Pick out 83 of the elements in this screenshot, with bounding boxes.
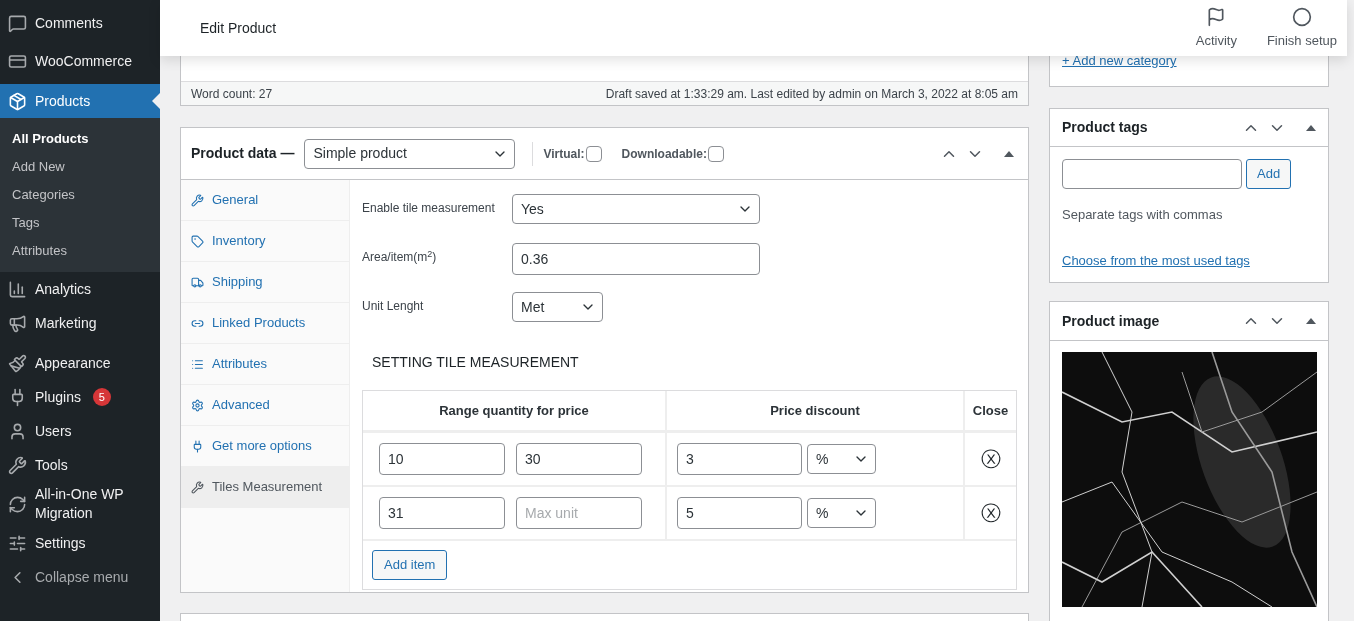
- panel-title: Product image: [1062, 311, 1160, 331]
- products-icon: [8, 91, 27, 111]
- product-data-tab[interactable]: Tiles Measurement: [181, 467, 349, 508]
- submenu-item[interactable]: Tags: [0, 209, 160, 237]
- header-action[interactable]: Finish setup: [1266, 7, 1337, 51]
- analytics-icon: [8, 279, 27, 299]
- dropdown-select[interactable]: Simple product: [304, 138, 516, 169]
- text-field[interactable]: 30: [516, 443, 642, 475]
- sidebar-item[interactable]: Appearance: [0, 346, 160, 380]
- collapse-toggle-icon[interactable]: [1306, 318, 1316, 324]
- wrench-icon: [191, 193, 204, 207]
- header-action[interactable]: Activity: [1195, 7, 1237, 51]
- dropdown-select[interactable]: Yes: [512, 194, 760, 224]
- product-data-tab[interactable]: Inventory: [181, 221, 349, 262]
- field-label: Area/item(m$^{2}$): [362, 247, 438, 266]
- submenu-item[interactable]: All Products: [0, 125, 160, 153]
- checkbox-label: Downloadable:: [621, 145, 707, 163]
- sidebar-item[interactable]: Products: [0, 84, 160, 118]
- tag-icon: [191, 234, 204, 248]
- checkbox-label: Virtual:: [543, 145, 585, 163]
- submenu-item[interactable]: Categories: [0, 181, 160, 209]
- product-data-tab[interactable]: Advanced: [181, 385, 349, 426]
- checkbox[interactable]: [585, 145, 602, 162]
- sidebar-item[interactable]: Settings: [0, 526, 160, 560]
- product-data-tab[interactable]: Attributes: [181, 344, 349, 385]
- sidebar-item[interactable]: All-in-One WP Migration: [0, 482, 160, 526]
- column-header: Range quantity for price: [438, 401, 590, 420]
- sidebar-item[interactable]: Marketing: [0, 306, 160, 340]
- remove-row-button[interactable]: ⓧ: [980, 503, 1001, 523]
- wrench-icon: [191, 480, 204, 494]
- product-data-tab[interactable]: General: [181, 180, 349, 221]
- add-tag-button[interactable]: Add: [1246, 159, 1292, 189]
- text-field[interactable]: 3: [677, 443, 802, 475]
- dropdown-select[interactable]: Met: [512, 292, 603, 322]
- collapse-toggle-icon[interactable]: [1306, 124, 1316, 131]
- dropdown-select[interactable]: %: [807, 444, 876, 474]
- panel-title: Product data —: [191, 144, 295, 163]
- sidebar-item[interactable]: WooCommerce: [0, 44, 160, 78]
- marketing-icon: [8, 313, 27, 333]
- column-header: Close: [963, 391, 1016, 430]
- field-label: Unit Lenght: [362, 298, 425, 315]
- appearance-icon: [8, 353, 27, 373]
- settings-icon: [8, 533, 27, 553]
- sidebar-item[interactable]: Analytics: [0, 272, 160, 306]
- plug-icon: [191, 439, 204, 453]
- list-icon: [191, 357, 204, 371]
- field-label: Enable tile measurement: [362, 200, 496, 217]
- text-field[interactable]: 10: [379, 443, 505, 475]
- remove-row-button[interactable]: ⓧ: [980, 449, 1001, 469]
- text-field[interactable]: 31: [379, 497, 505, 529]
- users-icon: [8, 421, 27, 441]
- update-count-badge: 5: [92, 388, 111, 406]
- text-field[interactable]: 0.36: [512, 243, 760, 275]
- sidebar-item[interactable]: Comments: [0, 6, 160, 40]
- tools-icon: [8, 455, 27, 475]
- hint-text: Separate tags with commas: [1061, 206, 1224, 224]
- sidebar-item[interactable]: Users: [0, 414, 160, 448]
- submenu-item[interactable]: Add New: [0, 153, 160, 181]
- tag-input-field[interactable]: [1062, 159, 1242, 189]
- dropdown-select[interactable]: %: [807, 498, 876, 528]
- sidebar-item[interactable]: Tools: [0, 448, 160, 482]
- text-field[interactable]: 5: [677, 497, 802, 529]
- sidebar-item[interactable]: Collapse menu: [0, 560, 160, 594]
- flag-icon: [1206, 7, 1227, 28]
- comments-icon: [8, 13, 27, 33]
- word-count-bar: Word count: 27 Draft saved at 1:33:29 am. Last edited by admin on March 3, 2022 at 8:05 am: [181, 81, 1028, 105]
- column-header: Price discount: [665, 391, 963, 430]
- panel-title: Product tags: [1062, 118, 1148, 137]
- page-title: Edit Product: [200, 18, 277, 38]
- product-data-tab[interactable]: Linked Products: [181, 303, 349, 344]
- current-menu-pointer: [152, 93, 160, 109]
- sidebar-item[interactable]: Plugins 5: [0, 380, 160, 414]
- add-item-button[interactable]: Add item: [372, 550, 448, 580]
- submenu-item[interactable]: Attributes: [0, 237, 160, 265]
- section-heading: SETTING TILE MEASUREMENT: [372, 353, 580, 372]
- gear-icon: [191, 398, 204, 412]
- truck-icon: [191, 275, 204, 289]
- collapse-toggle-icon[interactable]: [1004, 150, 1014, 157]
- add-category-link[interactable]: + Add new category: [1062, 53, 1177, 68]
- product-data-tab[interactable]: Shipping: [181, 262, 349, 303]
- most-used-tags-link[interactable]: Choose from the most used tags: [1062, 250, 1250, 270]
- checkbox[interactable]: [707, 145, 724, 162]
- circle-icon: [1291, 7, 1312, 28]
